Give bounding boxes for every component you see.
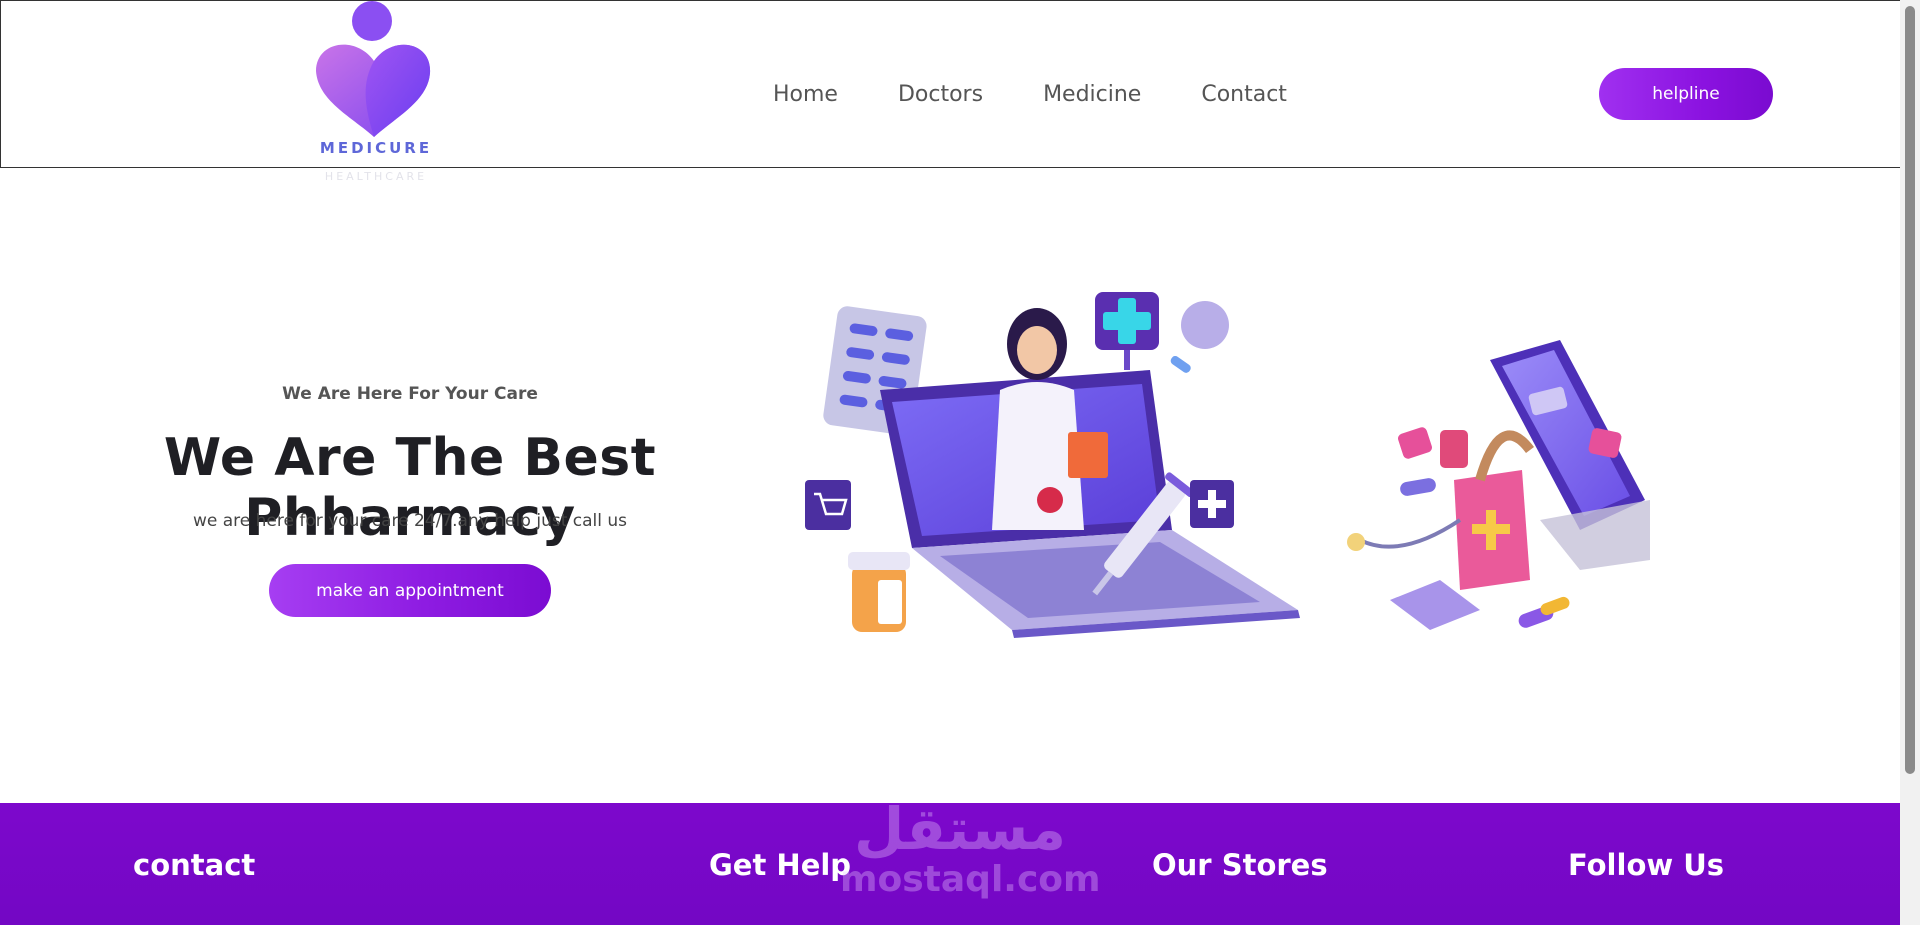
site-header: MEDICURE HEALTHCARE Home Doctors Medicin… xyxy=(0,0,1900,183)
nav-medicine[interactable]: Medicine xyxy=(1043,81,1141,109)
nav-contact[interactable]: Contact xyxy=(1201,81,1287,109)
helpline-button[interactable]: helpline xyxy=(1599,68,1773,120)
cart-tile-icon xyxy=(805,480,851,530)
hero-eyebrow: We Are Here For Your Care xyxy=(282,384,538,404)
laptop-icon xyxy=(880,370,1300,638)
footer-our-stores-heading: Our Stores xyxy=(1152,848,1328,882)
make-appointment-button[interactable]: make an appointment xyxy=(269,564,551,617)
page: MEDICURE HEALTHCARE Home Doctors Medicin… xyxy=(0,0,1900,925)
heart-person-logo-icon xyxy=(316,1,431,137)
watermark-latin: mostaql.com xyxy=(840,859,1101,900)
globe-icon xyxy=(1181,301,1229,349)
nav-home[interactable]: Home xyxy=(773,81,838,109)
medicine-bottle-icon xyxy=(848,552,910,632)
plus-tile-icon xyxy=(1190,480,1234,528)
brand-name: MEDICURE xyxy=(319,139,433,157)
chat-bubble-icon xyxy=(1398,427,1432,459)
brand-logo[interactable]: MEDICURE HEALTHCARE xyxy=(306,1,446,191)
watermark-logo: مستقل mostaql.com xyxy=(840,795,1101,905)
footer-contact-heading: contact xyxy=(133,848,256,882)
main-nav: Home Doctors Medicine Contact xyxy=(773,81,1287,109)
brand-subtitle: HEALTHCARE xyxy=(324,170,428,183)
nav-doctors[interactable]: Doctors xyxy=(898,81,983,109)
jar-icon xyxy=(1440,430,1468,468)
watermark-arabic: مستقل xyxy=(853,795,1067,863)
medical-cross-sign-icon xyxy=(1095,292,1159,370)
vertical-scrollbar[interactable] xyxy=(1900,0,1920,925)
scrollbar-thumb[interactable] xyxy=(1905,6,1915,774)
footer-get-help-heading: Get Help xyxy=(709,848,852,882)
hero-text: we are here for your care 24/7.any help … xyxy=(192,511,628,531)
footer-follow-us-heading: Follow Us xyxy=(1568,848,1725,882)
hero-illustration xyxy=(805,292,1650,638)
stethoscope-icon xyxy=(1347,518,1462,551)
